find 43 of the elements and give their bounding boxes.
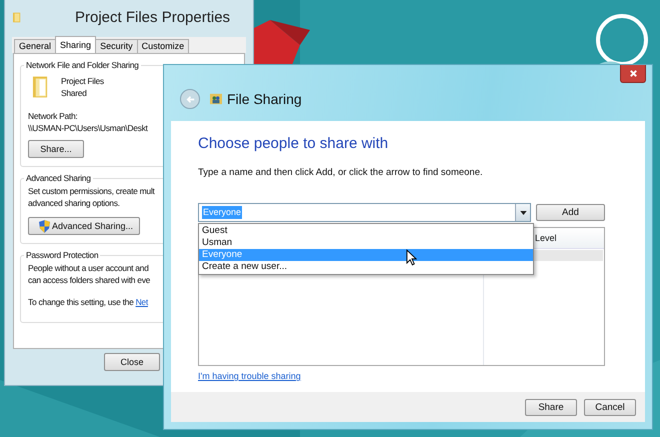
back-arrow-icon (184, 94, 196, 104)
dialog-heading: Choose people to share with (198, 135, 390, 153)
folder-name: Project Files (61, 75, 104, 87)
description-text: Set custom permissions, create mult (28, 185, 154, 197)
description-text: People without a user account and (28, 262, 149, 274)
setting-text: To change this setting, use the Net (28, 296, 148, 308)
group-heading: Password Protection (25, 250, 100, 260)
add-button[interactable]: Add (536, 204, 605, 221)
path-label: Network Path: (28, 110, 78, 122)
help-link[interactable]: I'm having trouble sharing (198, 371, 301, 381)
selected-text: Everyone (202, 206, 242, 219)
network-link[interactable]: Net (136, 297, 148, 307)
window-title: File Sharing (227, 91, 302, 107)
close-button[interactable] (620, 65, 646, 83)
network-path: \\USMAN-PC\Users\Usman\Deskt (28, 122, 148, 134)
dropdown-button[interactable] (515, 204, 530, 221)
share-button[interactable]: Share... (28, 140, 84, 158)
dialog-button[interactable]: Cancel (584, 398, 636, 416)
folder-icon (32, 74, 49, 100)
close-icon (628, 69, 638, 78)
pointer-icon (406, 249, 417, 266)
dropdown-option[interactable]: Create a new user... (199, 261, 533, 273)
group-heading: Network File and Folder Sharing (25, 60, 140, 70)
caret-icon (520, 210, 526, 214)
close-button[interactable]: Close (104, 353, 160, 371)
description-text: advanced sharing options. (28, 197, 120, 209)
people-icon (210, 93, 222, 105)
folder-status: Shared (61, 87, 87, 99)
folder-icon (13, 10, 21, 24)
dropdown-option[interactable]: Guest (199, 225, 533, 237)
tab[interactable]: General (14, 39, 56, 53)
column-header: Level (535, 232, 557, 244)
tab[interactable]: Security (95, 39, 138, 53)
group-heading: Advanced Sharing (25, 173, 92, 183)
instruction-text: Type a name and then click Add, or click the arrow to find someone. (198, 167, 484, 179)
window-title: Project Files Properties (75, 8, 230, 26)
dropdown-option[interactable]: Usman (199, 237, 533, 249)
tab[interactable]: Customize (136, 39, 190, 53)
tab[interactable]: Sharing (55, 36, 96, 53)
advanced-sharing-button[interactable]: Advanced Sharing... (28, 217, 140, 235)
description-text: can access folders shared with eve (28, 274, 150, 286)
dialog-button[interactable]: Share (525, 398, 577, 416)
shield-icon (39, 220, 50, 232)
